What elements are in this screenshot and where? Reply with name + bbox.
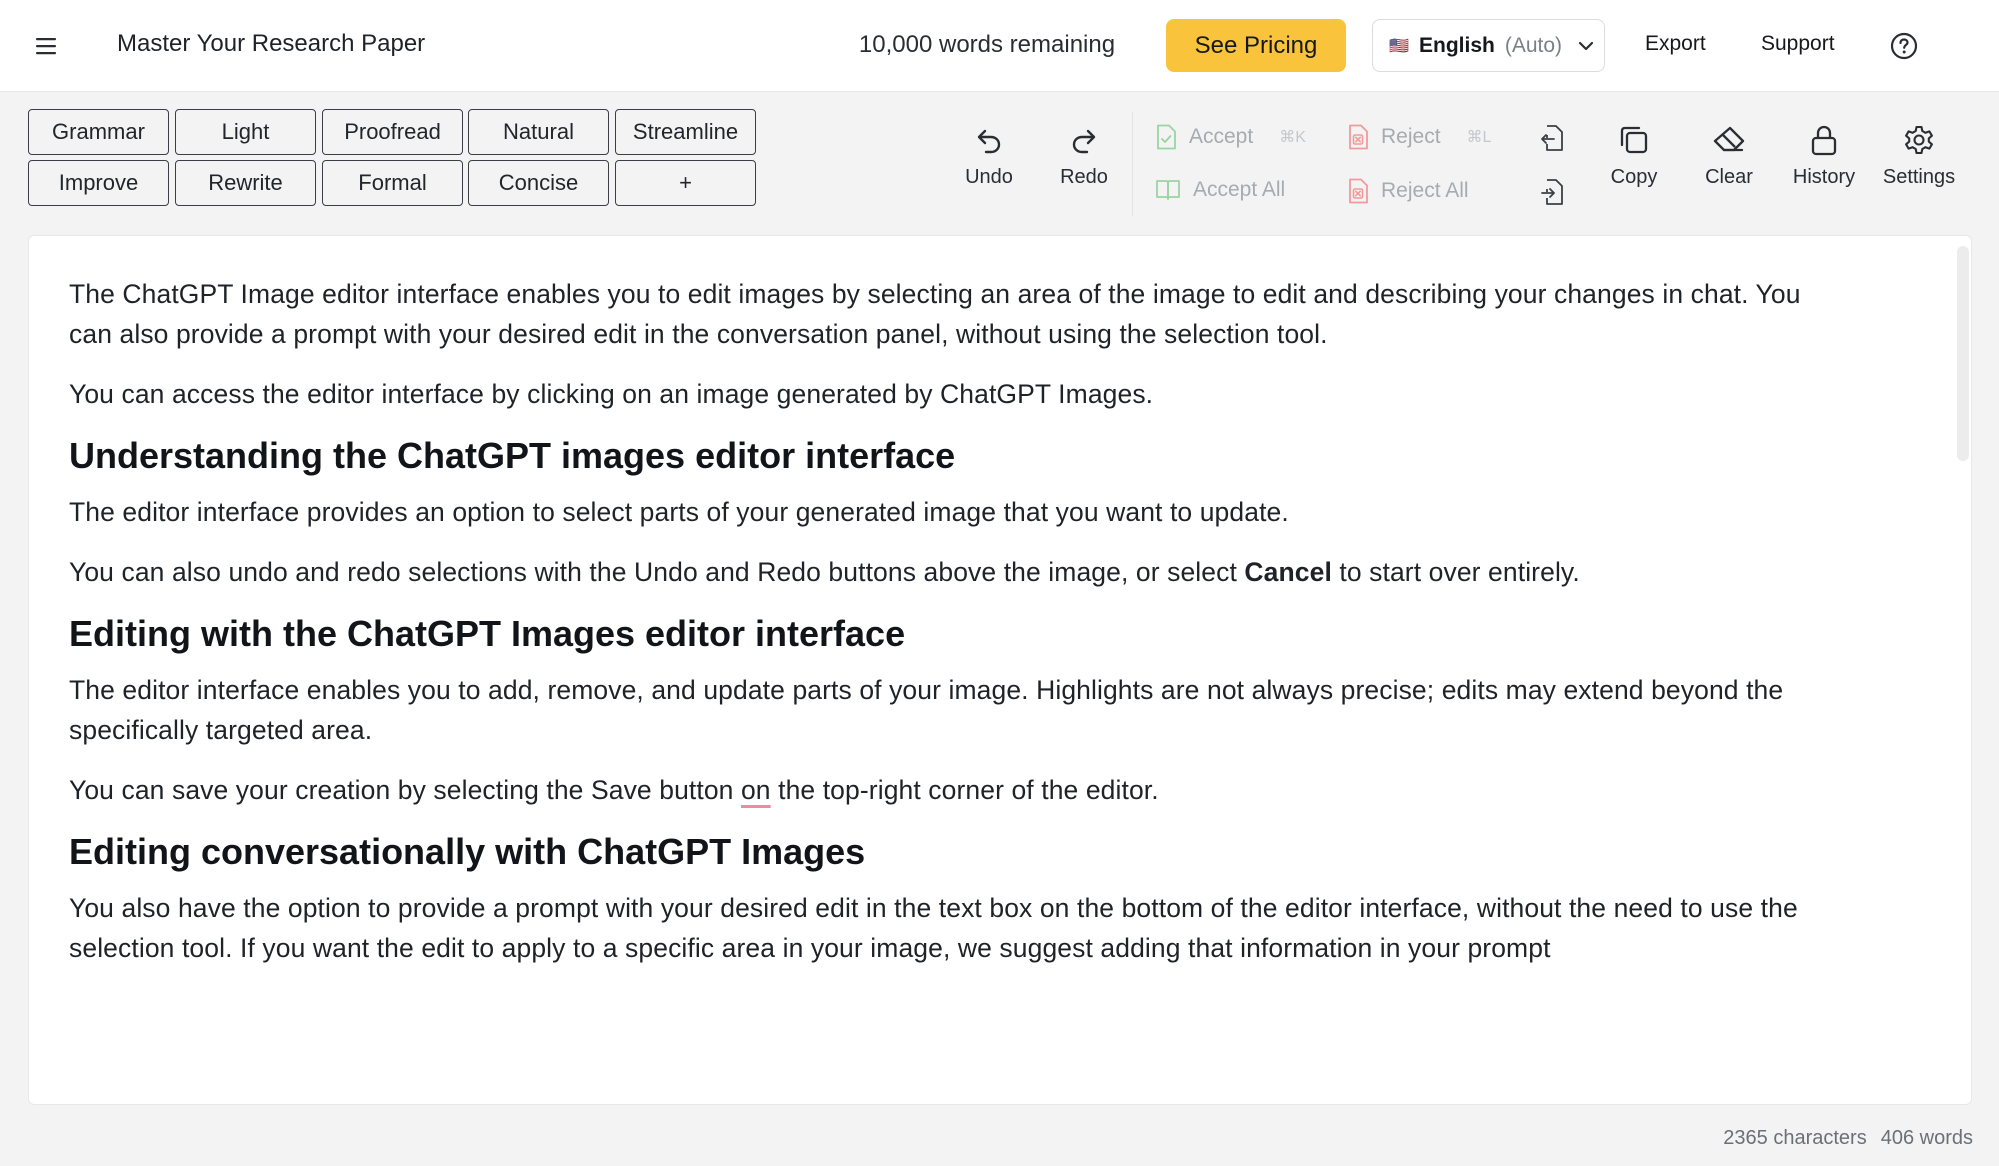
paragraph-3: The editor interface provides an option …: [69, 497, 1289, 527]
accept-shortcut: ⌘K: [1279, 129, 1306, 146]
export-link[interactable]: Export: [1645, 32, 1706, 56]
reject-shortcut: ⌘L: [1466, 129, 1492, 146]
question-circle-icon: [1890, 32, 1918, 60]
lock-icon: [1811, 125, 1837, 156]
word-count: 406 words: [1880, 1127, 1973, 1149]
copy-label: Copy: [1610, 166, 1658, 188]
paragraph-1: The ChatGPT Image editor interface enabl…: [69, 279, 1801, 349]
cancel-keyword: Cancel: [1244, 557, 1332, 587]
style-natural-button[interactable]: Natural: [468, 109, 609, 155]
toolbar-divider: [1132, 112, 1133, 216]
reject-label: Reject: [1381, 125, 1441, 148]
editor-content[interactable]: The ChatGPT Image editor interface enabl…: [69, 274, 1809, 988]
doc-import-icon: [1541, 125, 1563, 151]
paragraph-6: You can save your creation by selecting …: [69, 770, 1809, 810]
paragraph-4-end: to start over entirely.: [1331, 557, 1580, 587]
accept-button[interactable]: Accept ⌘K: [1155, 124, 1306, 150]
style-grammar-button[interactable]: Grammar: [28, 109, 169, 155]
menu-button[interactable]: [26, 30, 66, 62]
paragraph-6-end: the top-right corner of the editor.: [770, 775, 1159, 805]
reject-all-label: Reject All: [1381, 179, 1469, 202]
gear-icon: [1905, 125, 1933, 155]
words-remaining-badge: 10,000 words remaining: [828, 18, 1146, 72]
heading-editing: Editing with the ChatGPT Images editor i…: [69, 613, 906, 654]
paragraph-2: You can access the editor interface by c…: [69, 379, 1154, 409]
heading-understanding: Understanding the ChatGPT images editor …: [69, 435, 956, 476]
eraser-icon: [1713, 126, 1745, 152]
paragraph-5: The editor interface enables you to add,…: [69, 675, 1784, 745]
paragraph-7: You also have the option to provide a pr…: [69, 893, 1798, 963]
history-button[interactable]: History: [1779, 118, 1869, 208]
undo-label: Undo: [965, 166, 1013, 188]
accept-doc-icon: [1157, 124, 1176, 150]
style-light-button[interactable]: Light: [175, 109, 316, 155]
see-pricing-button[interactable]: See Pricing: [1166, 19, 1346, 72]
paragraph-6-text: You can save your creation by selecting …: [69, 775, 741, 805]
accept-all-label: Accept All: [1193, 178, 1286, 201]
undo-button[interactable]: Undo: [944, 118, 1034, 208]
paragraph-4: You can also undo and redo selections wi…: [69, 552, 1809, 592]
reject-all-icon: [1349, 178, 1368, 204]
accept-all-button[interactable]: Accept All: [1155, 178, 1285, 202]
reject-doc-icon: [1349, 124, 1368, 150]
language-mode: (Auto): [1504, 33, 1563, 57]
export-doc-button[interactable]: [1539, 178, 1565, 211]
text-editor[interactable]: The ChatGPT Image editor interface enabl…: [28, 235, 1972, 1105]
style-concise-button[interactable]: Concise: [468, 160, 609, 206]
style-rewrite-button[interactable]: Rewrite: [175, 160, 316, 206]
settings-label: Settings: [1882, 166, 1956, 188]
redo-label: Redo: [1060, 166, 1108, 188]
accept-all-icon: [1156, 180, 1180, 200]
style-formal-button[interactable]: Formal: [322, 160, 463, 206]
redo-button[interactable]: Redo: [1039, 118, 1129, 208]
add-style-button[interactable]: +: [615, 160, 756, 206]
redo-icon: [1072, 129, 1096, 154]
clear-label: Clear: [1705, 166, 1753, 188]
status-bar: 2365 characters 406 words: [1723, 1127, 1973, 1150]
hamburger-icon: [36, 38, 56, 55]
history-label: History: [1792, 166, 1856, 188]
undo-icon: [977, 129, 1001, 154]
style-streamline-button[interactable]: Streamline: [615, 109, 756, 155]
top-bar: Master Your Research Paper 10,000 words …: [0, 0, 1999, 92]
reject-button[interactable]: Reject ⌘L: [1347, 124, 1491, 150]
copy-icon: [1620, 126, 1648, 154]
editor-scrollbar[interactable]: [1957, 246, 1969, 461]
doc-export-icon: [1541, 179, 1563, 205]
style-improve-button[interactable]: Improve: [28, 160, 169, 206]
document-title[interactable]: Master Your Research Paper: [117, 30, 425, 58]
chevron-down-icon: [1578, 41, 1594, 51]
style-proofread-button[interactable]: Proofread: [322, 109, 463, 155]
reject-all-button[interactable]: Reject All: [1347, 178, 1469, 204]
language-name: English: [1419, 33, 1495, 57]
accept-label: Accept: [1189, 125, 1254, 148]
copy-button[interactable]: Copy: [1589, 118, 1679, 208]
character-count: 2365 characters: [1723, 1127, 1867, 1149]
import-doc-button[interactable]: [1539, 124, 1565, 157]
paragraph-4-text: You can also undo and redo selections wi…: [69, 557, 1245, 587]
clear-button[interactable]: Clear: [1684, 118, 1774, 208]
help-button[interactable]: [1890, 32, 1918, 60]
settings-button[interactable]: Settings: [1874, 118, 1964, 208]
grammar-suggestion[interactable]: on: [741, 775, 771, 805]
us-flag-icon: 🇺🇸: [1389, 37, 1409, 55]
support-link[interactable]: Support: [1761, 32, 1835, 56]
language-select[interactable]: 🇺🇸 English (Auto): [1372, 19, 1605, 72]
heading-conversational: Editing conversationally with ChatGPT Im…: [69, 831, 866, 872]
